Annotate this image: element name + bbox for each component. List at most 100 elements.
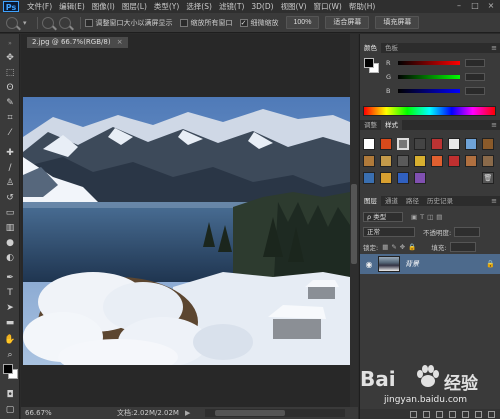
foreground-color-swatch[interactable]	[3, 364, 13, 374]
tab-adjustments[interactable]: 调整	[360, 120, 381, 130]
delete-style-icon[interactable]: 🗑	[482, 172, 494, 184]
style-swatch[interactable]	[380, 155, 392, 167]
checkmark-icon[interactable]: ✓	[239, 18, 248, 27]
horizontal-scrollbar[interactable]	[205, 409, 345, 417]
brush-tool-icon[interactable]: ∕	[3, 162, 17, 174]
style-swatch[interactable]	[465, 155, 477, 167]
close-icon[interactable]: ×	[486, 1, 496, 11]
blend-mode-select[interactable]: 正常	[363, 227, 415, 237]
tool-preset-chevron-icon[interactable]: ▾	[23, 19, 27, 27]
menu-window[interactable]: 窗口(W)	[314, 1, 342, 12]
document-tab[interactable]: 2.jpg @ 66.7%(RGB/8) ×	[27, 37, 128, 48]
type-tool-icon[interactable]: T	[3, 287, 17, 299]
style-swatch[interactable]	[414, 155, 426, 167]
fill-screen-button[interactable]: 填充屏幕	[375, 16, 420, 29]
menu-layer[interactable]: 图层(L)	[122, 1, 147, 12]
add-mask-icon[interactable]	[436, 410, 443, 418]
visibility-eye-icon[interactable]: ◉	[364, 260, 374, 269]
close-tab-icon[interactable]: ×	[117, 38, 123, 46]
menu-3d[interactable]: 3D(D)	[251, 2, 273, 11]
style-swatch[interactable]	[448, 155, 460, 167]
marquee-tool-icon[interactable]: ⬚	[3, 67, 17, 79]
healing-brush-tool-icon[interactable]: ✚	[3, 147, 17, 159]
eraser-tool-icon[interactable]: ▭	[3, 207, 17, 219]
tab-paths[interactable]: 路径	[402, 196, 423, 206]
pen-tool-icon[interactable]: ✒	[3, 272, 17, 284]
zoom-out-icon[interactable]	[58, 16, 71, 29]
color-spectrum[interactable]	[363, 106, 496, 116]
style-swatch[interactable]	[448, 138, 460, 150]
blue-value-field[interactable]	[465, 87, 485, 95]
add-style-icon[interactable]	[423, 410, 430, 418]
scrollbar-thumb[interactable]	[351, 184, 357, 264]
layer-name[interactable]: 背景	[405, 259, 419, 269]
style-swatch-none[interactable]	[363, 138, 375, 150]
menu-image[interactable]: 图像(I)	[92, 1, 115, 12]
hand-tool-icon[interactable]: ✋	[3, 334, 17, 346]
zoom-in-icon[interactable]	[41, 16, 54, 29]
menu-file[interactable]: 文件(F)	[27, 1, 52, 12]
new-fill-layer-icon[interactable]	[449, 410, 456, 418]
style-swatch[interactable]	[482, 155, 494, 167]
style-swatch[interactable]	[397, 155, 409, 167]
style-swatch[interactable]	[414, 138, 426, 150]
style-swatch[interactable]	[380, 172, 392, 184]
clone-stamp-tool-icon[interactable]: ♙	[3, 177, 17, 189]
style-swatch[interactable]	[431, 155, 443, 167]
tab-channels[interactable]: 通道	[381, 196, 402, 206]
style-swatch[interactable]	[380, 138, 392, 150]
checkbox-box[interactable]	[84, 18, 93, 27]
style-swatch[interactable]	[431, 138, 443, 150]
red-value-field[interactable]	[465, 59, 485, 67]
layer-kind-filter[interactable]: ρ 类型	[363, 212, 403, 222]
scrollbar-thumb[interactable]	[215, 410, 285, 416]
layer-background[interactable]: ◉ 背景 🔒	[360, 254, 500, 274]
tab-styles[interactable]: 样式	[381, 120, 402, 130]
tab-color[interactable]: 颜色	[360, 43, 381, 53]
scrubby-zoom-checkbox[interactable]: ✓ 细微缩放	[239, 18, 279, 28]
status-menu-arrow-icon[interactable]: ▶	[185, 409, 190, 417]
style-swatch[interactable]	[363, 155, 375, 167]
blur-tool-icon[interactable]: ●	[3, 237, 17, 249]
menu-view[interactable]: 视图(V)	[281, 1, 307, 12]
tab-layers[interactable]: 图层	[360, 196, 381, 206]
maximize-icon[interactable]: □	[470, 1, 480, 11]
menu-edit[interactable]: 编辑(E)	[59, 1, 85, 12]
lock-icons[interactable]: ▦✎✥🔒	[382, 243, 419, 251]
red-slider[interactable]	[398, 61, 460, 65]
screen-mode-icon[interactable]: ▢	[3, 404, 17, 416]
zoom-all-windows-checkbox[interactable]: 缩放所有窗口	[179, 18, 233, 28]
crop-tool-icon[interactable]: ⌗	[3, 112, 17, 124]
foreground-color-swatch[interactable]	[364, 58, 374, 68]
move-tool-icon[interactable]: ✥	[3, 52, 17, 64]
tab-history[interactable]: 历史记录	[423, 196, 457, 206]
panel-menu-icon[interactable]: ≡	[491, 196, 497, 206]
blue-slider[interactable]	[398, 89, 460, 93]
style-swatch[interactable]	[482, 138, 494, 150]
menu-help[interactable]: 帮助(H)	[349, 1, 376, 12]
delete-layer-icon[interactable]	[488, 410, 495, 418]
path-selection-tool-icon[interactable]: ➤	[3, 302, 17, 314]
quick-select-tool-icon[interactable]: ✎	[3, 97, 17, 109]
menu-filter[interactable]: 滤镜(T)	[219, 1, 244, 12]
link-layers-icon[interactable]	[410, 410, 417, 418]
zoom-tool-icon[interactable]	[6, 16, 18, 29]
gradient-tool-icon[interactable]: ▥	[3, 222, 17, 234]
checkbox-box[interactable]	[179, 18, 188, 27]
panel-menu-icon[interactable]: ≡	[491, 43, 497, 53]
menu-select[interactable]: 选择(S)	[186, 1, 212, 12]
zoom-tool-icon[interactable]: ⌕	[3, 349, 17, 361]
style-swatch[interactable]	[363, 172, 375, 184]
toolbox-collapse-icon[interactable]: »	[3, 38, 17, 50]
style-swatch[interactable]	[414, 172, 426, 184]
actual-pixels-button[interactable]: 100%	[285, 16, 320, 29]
history-brush-tool-icon[interactable]: ↺	[3, 192, 17, 204]
dodge-tool-icon[interactable]: ◐	[3, 252, 17, 264]
filter-icons[interactable]: ▣T◫▤	[411, 213, 445, 221]
new-layer-icon[interactable]	[475, 410, 482, 418]
fill-field[interactable]	[449, 242, 476, 252]
green-slider[interactable]	[398, 75, 460, 79]
style-swatch[interactable]	[397, 172, 409, 184]
new-group-icon[interactable]	[462, 410, 469, 418]
menu-type[interactable]: 类型(Y)	[154, 1, 179, 12]
